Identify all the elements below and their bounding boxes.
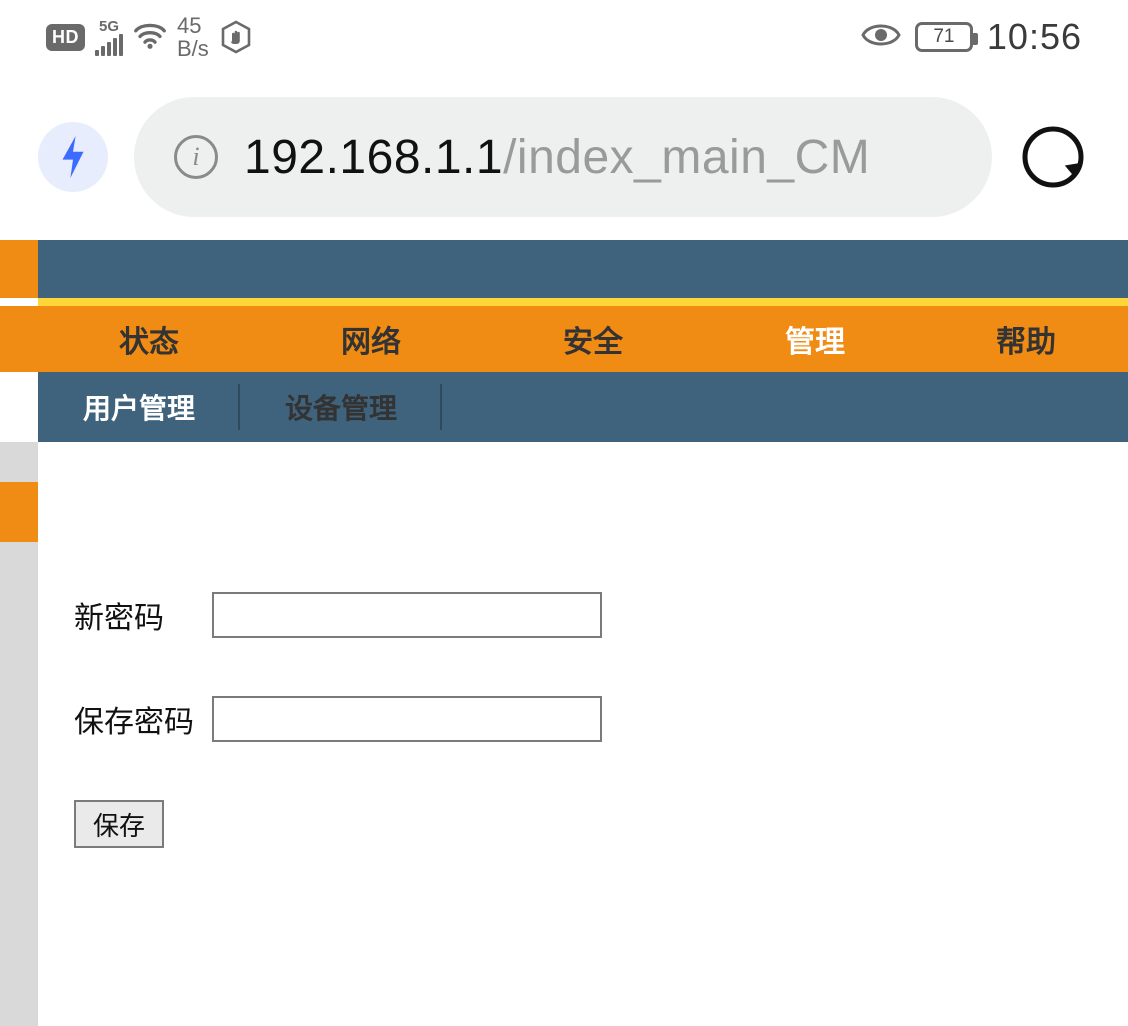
url-host: 192.168.1.1 [244, 131, 503, 184]
mobile-status-bar: HD 5G 45 B/s 71 10:56 [0, 0, 1128, 74]
left-rail-marker [0, 482, 38, 542]
accent-strip [38, 298, 1128, 306]
battery-percent: 71 [933, 26, 954, 48]
browser-toolbar: i 192.168.1.1/index_main_CM [0, 74, 1128, 240]
nav-help[interactable]: 帮助 [926, 306, 1126, 372]
cellular-signal: 5G [95, 19, 123, 56]
router-header-band [0, 240, 1128, 298]
main-nav: 状态 网络 安全 管理 帮助 [0, 306, 1128, 372]
nav-status[interactable]: 状态 [38, 306, 260, 372]
battery-indicator: 71 [915, 22, 973, 52]
signal-bars-icon [95, 34, 123, 56]
sub-nav: 用户管理 设备管理 [38, 372, 1128, 442]
network-speed: 45 B/s [177, 14, 209, 60]
new-password-input[interactable] [212, 592, 602, 638]
refresh-button[interactable] [1018, 122, 1088, 192]
network-tech-label: 5G [99, 19, 119, 34]
subnav-user-management[interactable]: 用户管理 [38, 372, 240, 442]
confirm-password-label: 保存密码 [74, 697, 212, 741]
speed-value: 45 [177, 14, 209, 37]
password-form: 新密码 保存密码 保存 [38, 442, 1128, 1026]
subnav-device-management[interactable]: 设备管理 [240, 372, 442, 442]
router-admin-page: 状态 网络 安全 管理 帮助 用户管理 设备管理 新密码 保存密码 保存 [0, 240, 1128, 1026]
hd-badge: HD [46, 24, 85, 51]
hand-block-icon [219, 20, 253, 54]
left-rail [0, 442, 38, 1026]
clock: 10:56 [987, 16, 1082, 58]
amp-badge-button[interactable] [38, 122, 108, 192]
new-password-label: 新密码 [74, 593, 212, 637]
url-text: 192.168.1.1/index_main_CM [244, 130, 870, 185]
save-button[interactable]: 保存 [74, 800, 164, 848]
site-info-icon[interactable]: i [174, 135, 218, 179]
confirm-password-input[interactable] [212, 696, 602, 742]
wifi-icon [133, 20, 167, 55]
url-path: /index_main_CM [503, 131, 870, 184]
nav-security[interactable]: 安全 [482, 306, 704, 372]
speed-unit: B/s [177, 37, 209, 60]
nav-management[interactable]: 管理 [704, 306, 926, 372]
eye-icon [861, 21, 901, 54]
url-bar[interactable]: i 192.168.1.1/index_main_CM [134, 97, 992, 217]
nav-network[interactable]: 网络 [260, 306, 482, 372]
